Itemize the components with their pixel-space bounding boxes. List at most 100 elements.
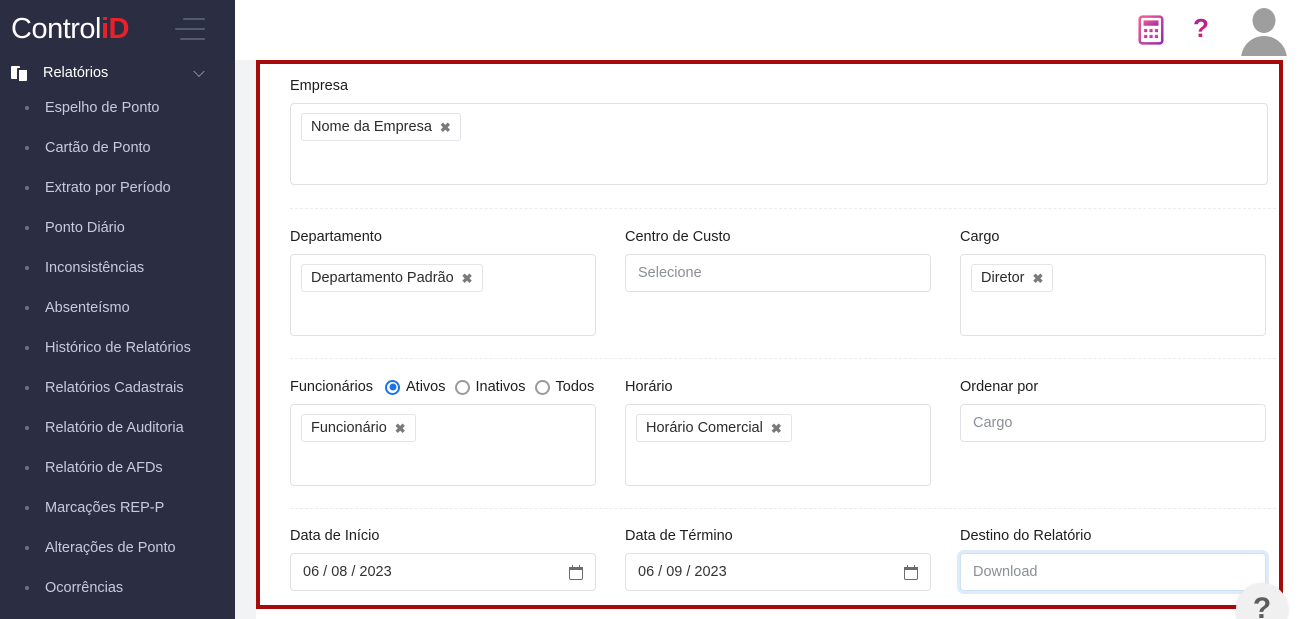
data-inicio-input[interactable]: 06 / 08 / 2023 — [290, 553, 596, 591]
calendar-icon[interactable] — [904, 564, 918, 580]
sidebar-section-label: Relatórios — [43, 65, 109, 81]
bullet-icon — [25, 146, 29, 150]
bullet-icon — [25, 506, 29, 510]
brand-text: ControliD — [11, 12, 130, 45]
chip-departamento[interactable]: Departamento Padrão ✖ — [301, 264, 483, 292]
sidebar-item-6[interactable]: Absenteísmo — [0, 288, 235, 328]
calendar-icon[interactable] — [569, 564, 583, 580]
destino-do-relatorio-value: Download — [973, 564, 1038, 580]
sidebar-item-label: Relatório de AFDs — [45, 460, 163, 476]
field-empresa: Empresa Nome da Empresa ✖ — [290, 78, 1268, 185]
radio-label: Todos — [555, 379, 595, 395]
sidebar-item-9[interactable]: Relatório de Auditoria — [0, 408, 235, 448]
sidebar-item-label: Alterações de Ponto — [45, 540, 176, 556]
brand-logo[interactable]: ControliD — [0, 0, 235, 58]
chip-remove-icon[interactable]: ✖ — [462, 272, 473, 285]
sidebar-item-label: Relatório de Auditoria — [45, 420, 184, 436]
departamento-tag-input[interactable]: Departamento Padrão ✖ — [290, 254, 596, 336]
calculator-glyph — [1138, 15, 1164, 45]
svg-text:?: ? — [1193, 15, 1209, 43]
sidebar-item-label: Histórico de Relatórios — [45, 340, 191, 356]
sidebar: ControliD Relatórios Espelho de Ponto Car… — [0, 0, 235, 619]
brand-name-primary: Control — [11, 12, 102, 45]
sidebar-item-label: Marcações REP-P — [45, 500, 165, 516]
sidebar-item-2[interactable]: Cartão de Ponto — [0, 128, 235, 168]
sidebar-item-1[interactable]: Espelho de Ponto — [0, 88, 235, 128]
chip-horario[interactable]: Horário Comercial ✖ — [636, 414, 792, 442]
sidebar-item-12[interactable]: Alterações de Ponto — [0, 528, 235, 568]
bullet-icon — [25, 226, 29, 230]
user-avatar-icon[interactable] — [1238, 4, 1290, 56]
field-ordenar-por: Ordenar por Cargo — [960, 379, 1266, 486]
sidebar-item-10[interactable]: Relatório de AFDs — [0, 448, 235, 488]
centro-de-custo-select[interactable]: Selecione — [625, 254, 931, 292]
field-data-termino: Data de Término 06 / 09 / 2023 — [625, 528, 931, 591]
bullet-icon — [25, 186, 29, 190]
sidebar-section-relatorios[interactable]: Relatórios — [0, 58, 235, 88]
sidebar-item-11[interactable]: Marcações REP-P — [0, 488, 235, 528]
chip-remove-icon[interactable]: ✖ — [395, 422, 406, 435]
sidebar-item-label: Inconsistências — [45, 260, 145, 276]
app-root: ControliD Relatórios Espelho de Ponto Car… — [0, 0, 1300, 619]
ordenar-por-value: Cargo — [973, 415, 1013, 431]
destino-do-relatorio-select[interactable]: Download — [960, 553, 1266, 591]
bullet-icon — [25, 306, 29, 310]
avatar-head — [1252, 8, 1276, 33]
label-ordenar-por: Ordenar por — [960, 379, 1039, 395]
bullet-icon — [25, 346, 29, 350]
content-area: Empresa Nome da Empresa ✖ Departamento D… — [235, 60, 1300, 619]
chip-remove-icon[interactable]: ✖ — [440, 121, 451, 134]
field-horario: Horário Horário Comercial ✖ — [625, 379, 931, 486]
data-inicio-value: 06 / 08 / 2023 — [303, 564, 392, 580]
radio-dot-icon — [385, 379, 401, 395]
hamburger-menu-icon[interactable] — [175, 18, 205, 40]
label-centro-de-custo: Centro de Custo — [625, 229, 731, 245]
sidebar-item-label: Relatórios Cadastrais — [45, 380, 184, 396]
chip-remove-icon[interactable]: ✖ — [771, 422, 782, 435]
radio-ativos[interactable]: Ativos — [385, 379, 446, 395]
chip-cargo[interactable]: Diretor ✖ — [971, 264, 1054, 292]
hamburger-line — [180, 38, 205, 40]
funcionarios-tag-input[interactable]: Funcionário ✖ — [290, 404, 596, 486]
sidebar-item-4[interactable]: Ponto Diário — [0, 208, 235, 248]
label-destino-do-relatorio: Destino do Relatório — [960, 528, 1092, 544]
label-data-termino: Data de Término — [625, 528, 733, 544]
top-bar: ? — [235, 0, 1300, 60]
data-termino-input[interactable]: 06 / 09 / 2023 — [625, 553, 931, 591]
bullet-icon — [25, 386, 29, 390]
radio-inativos[interactable]: Inativos — [454, 379, 526, 395]
row-separator — [290, 208, 1276, 209]
sidebar-item-label: Extrato por Período — [45, 180, 171, 196]
sidebar-item-label: Ocorrências — [45, 580, 124, 596]
ordenar-por-select[interactable]: Cargo — [960, 404, 1266, 442]
calculator-icon[interactable] — [1138, 15, 1164, 45]
chip-remove-icon[interactable]: ✖ — [1033, 272, 1044, 285]
sidebar-item-label: Ponto Diário — [45, 220, 125, 236]
sidebar-item-8[interactable]: Relatórios Cadastrais — [0, 368, 235, 408]
cargo-tag-input[interactable]: Diretor ✖ — [960, 254, 1266, 336]
label-cargo: Cargo — [960, 229, 1000, 245]
sidebar-item-5[interactable]: Inconsistências — [0, 248, 235, 288]
sidebar-item-label: Absenteísmo — [45, 300, 130, 316]
chip-empresa[interactable]: Nome da Empresa ✖ — [301, 113, 461, 141]
form-row-datas: Data de Início 06 / 08 / 2023 Data de Té… — [290, 528, 1276, 591]
sidebar-item-3[interactable]: Extrato por Período — [0, 168, 235, 208]
help-icon[interactable]: ? — [1190, 15, 1212, 45]
field-data-inicio: Data de Início 06 / 08 / 2023 — [290, 528, 596, 591]
hamburger-line — [183, 18, 205, 20]
radio-todos[interactable]: Todos — [534, 379, 595, 395]
empresa-tag-input[interactable]: Nome da Empresa ✖ — [290, 103, 1268, 185]
sidebar-item-13[interactable]: Ocorrências — [0, 568, 235, 608]
chevron-down-icon — [193, 65, 205, 78]
chip-label: Diretor — [981, 270, 1025, 286]
radio-dot-icon — [454, 379, 470, 395]
label-departamento: Departamento — [290, 229, 382, 245]
bullet-icon — [25, 266, 29, 270]
field-departamento: Departamento Departamento Padrão ✖ — [290, 229, 596, 336]
chip-funcionario[interactable]: Funcionário ✖ — [301, 414, 416, 442]
label-data-inicio: Data de Início — [290, 528, 380, 544]
centro-de-custo-value: Selecione — [638, 265, 702, 281]
horario-tag-input[interactable]: Horário Comercial ✖ — [625, 404, 931, 486]
form-row-funcionarios: Funcionários Ativos Inativos Todos Funci… — [290, 379, 1276, 486]
sidebar-item-7[interactable]: Histórico de Relatórios — [0, 328, 235, 368]
